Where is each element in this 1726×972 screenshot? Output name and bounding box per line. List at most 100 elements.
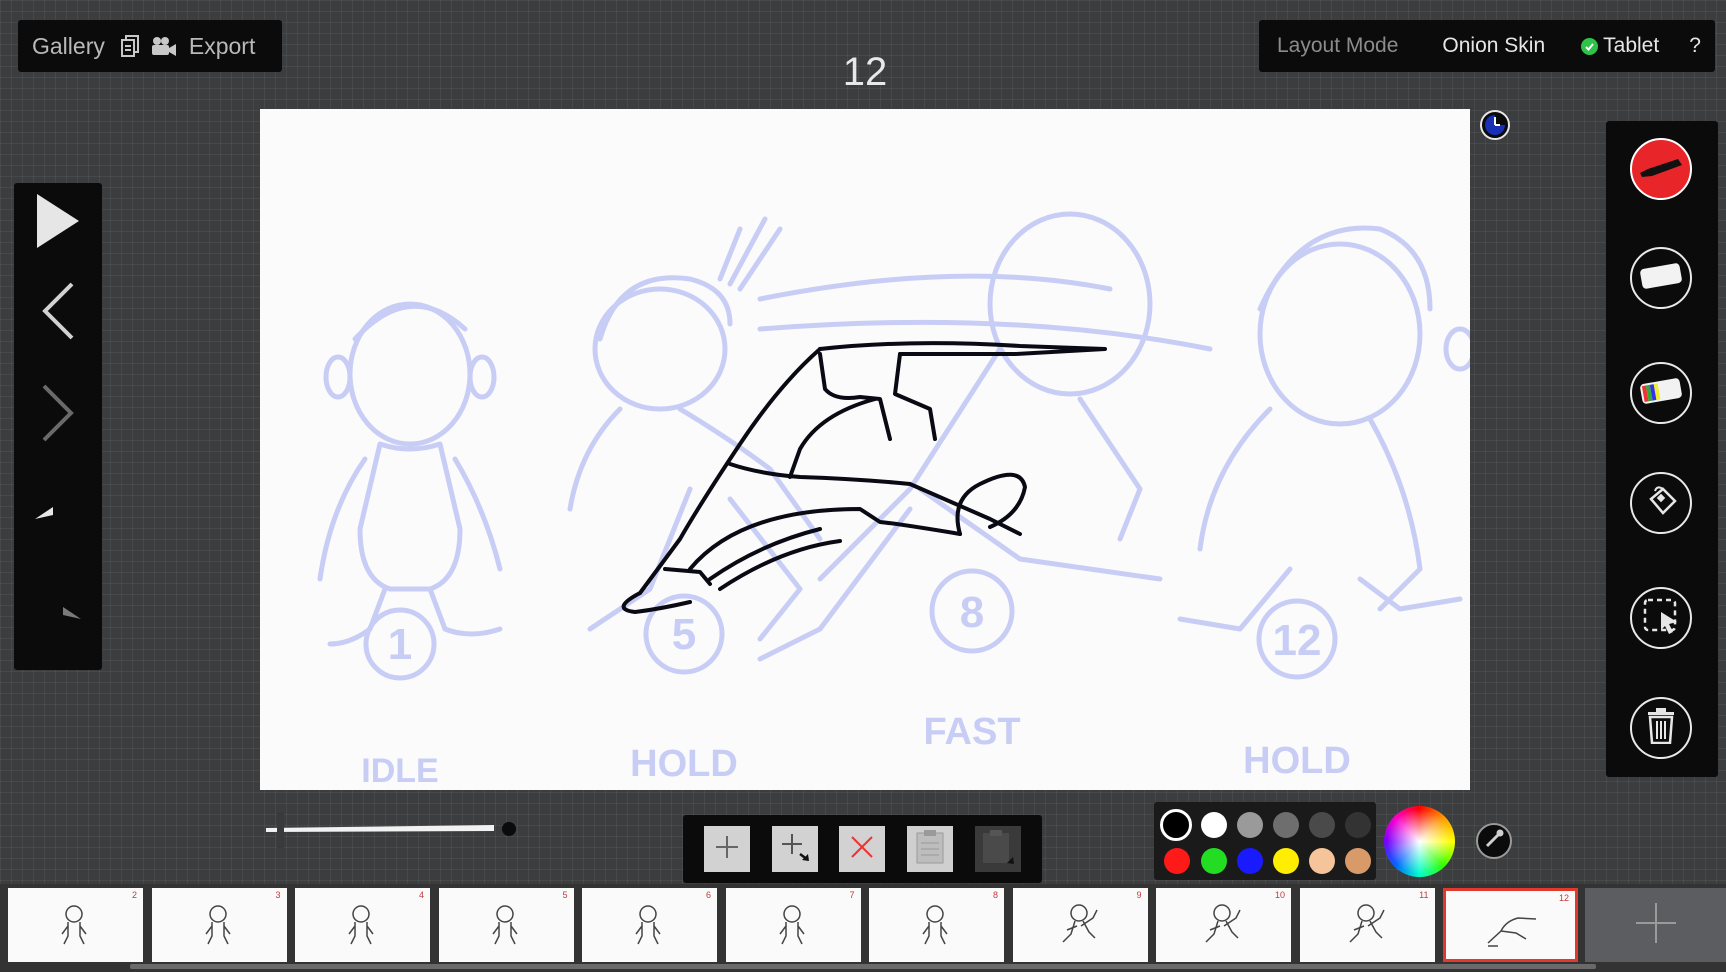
annotation-caption: IDLE	[361, 752, 438, 790]
onion-skin-button[interactable]: Onion Skin	[1442, 34, 1545, 58]
next-frame-button[interactable]	[14, 375, 102, 455]
frame-thumbnail[interactable]: 3	[151, 888, 287, 962]
frame-thumbnail-sketch	[1348, 904, 1385, 943]
paste-frame-button[interactable]	[907, 826, 954, 872]
redo-icon	[33, 605, 83, 642]
color-wheel-button[interactable]	[1384, 806, 1455, 877]
frame-thumbnail-sketch	[635, 905, 661, 945]
color-swatch-white[interactable]	[1201, 812, 1227, 838]
top-left-toolbar: Gallery Export	[18, 20, 282, 72]
plus-icon	[1634, 901, 1678, 950]
annotation-number: 12	[1273, 616, 1322, 665]
undo-button[interactable]	[14, 483, 102, 563]
annotation-number: 5	[672, 610, 696, 659]
annotation-number: 8	[960, 588, 984, 637]
help-button[interactable]: ?	[1689, 34, 1701, 58]
previous-frame-button[interactable]	[14, 273, 102, 353]
frame-thumbnail-sketch	[204, 905, 231, 945]
frame-thumbnail[interactable]: 4	[295, 888, 430, 962]
frame-filmstrip: 2 3 4 5 6 7 8 9 10 11 12	[0, 884, 1726, 972]
delete-frame-icon	[848, 833, 876, 866]
frame-thumbnail[interactable]: 10	[1156, 888, 1291, 962]
paste-frame-icon	[915, 829, 945, 870]
color-eraser-tool-button[interactable]	[1630, 362, 1692, 424]
color-swatch-dark-gray[interactable]	[1273, 812, 1299, 838]
filmstrip-scrollbar[interactable]	[130, 964, 1596, 969]
color-swatch-red[interactable]	[1164, 848, 1190, 874]
frame-thumbnail-number: 4	[418, 890, 424, 900]
delete-frame-button[interactable]	[839, 826, 886, 872]
annotation-caption: HOLD	[1243, 740, 1351, 782]
paste-after-icon	[981, 829, 1015, 870]
frame-thumbnail[interactable]: 5	[438, 888, 574, 962]
export-button[interactable]: Export	[181, 33, 263, 60]
color-swatch-black-selected[interactable]	[1160, 809, 1192, 841]
frame-thumbnail-number: 2	[131, 890, 137, 900]
gallery-button[interactable]: Gallery	[24, 33, 113, 60]
frame-thumbnail-number: 5	[562, 890, 568, 900]
annotation-number: 1	[388, 620, 412, 669]
eyedropper-button[interactable]	[1476, 823, 1512, 859]
drawing-canvas[interactable]: 1 IDLE 5 HOLD 8 FAST 12 HOLD	[260, 109, 1470, 790]
frame-thumbnail-current[interactable]: 12	[1443, 888, 1578, 962]
redo-button[interactable]	[14, 583, 102, 663]
frame-thumbnail-number: 7	[849, 890, 855, 900]
add-frame-end-button[interactable]	[1585, 888, 1726, 962]
color-swatch-yellow[interactable]	[1273, 848, 1299, 874]
tablet-toggle[interactable]: Tablet	[1581, 34, 1659, 58]
color-swatch-green[interactable]	[1201, 848, 1227, 874]
frame-thumbnail[interactable]: 11	[1299, 888, 1435, 962]
onion-skin-layer	[317, 211, 1470, 681]
frame-thumbnail-sketch	[778, 905, 805, 945]
onion-timer-icon[interactable]	[1480, 110, 1510, 140]
tablet-label: Tablet	[1603, 34, 1660, 57]
frame-thumbnail-sketch	[61, 905, 87, 945]
insert-frame-button[interactable]	[771, 826, 818, 872]
add-frame-icon	[712, 832, 742, 867]
clear-frame-button[interactable]	[1630, 697, 1692, 759]
color-swatch-blue[interactable]	[1237, 848, 1263, 874]
color-swatch-gray[interactable]	[1237, 812, 1263, 838]
slider-thumb[interactable]	[277, 812, 284, 848]
eraser-icon	[1638, 261, 1684, 296]
paste-after-button[interactable]	[975, 826, 1022, 872]
previous-frame-icon	[42, 282, 74, 345]
play-icon	[35, 192, 81, 255]
color-eraser-icon	[1638, 376, 1684, 411]
color-swatch-charcoal[interactable]	[1345, 812, 1371, 838]
eyedropper-icon	[1483, 828, 1505, 855]
frame-thumbnail[interactable]: 8	[869, 888, 1004, 962]
frame-thumbnail-sketch	[922, 905, 948, 945]
add-frame-button[interactable]	[703, 826, 750, 872]
frame-thumbnail-number: 11	[1419, 890, 1429, 900]
eraser-tool-button[interactable]	[1630, 247, 1692, 309]
camera-icon[interactable]	[147, 29, 181, 63]
frame-thumbnail[interactable]: 6	[582, 888, 717, 962]
frame-thumbnail[interactable]: 9	[1012, 888, 1148, 962]
top-right-toolbar: Layout Mode Onion Skin Tablet ?	[1259, 20, 1715, 72]
select-tool-button[interactable]	[1630, 587, 1692, 649]
frame-thumbnail-number: 12	[1558, 893, 1569, 903]
color-swatch-tan[interactable]	[1345, 848, 1371, 874]
clipboard-copy-icon[interactable]	[113, 29, 147, 63]
marker-icon	[1638, 155, 1684, 184]
insert-frame-icon	[778, 830, 812, 869]
frame-thumbnail[interactable]: 2	[8, 888, 143, 962]
color-swatch-darker-gray[interactable]	[1309, 812, 1335, 838]
current-frame-number: 12	[842, 50, 888, 94]
play-button[interactable]	[14, 183, 102, 263]
undo-icon	[33, 505, 83, 542]
frame-thumbnail[interactable]: 7	[725, 888, 861, 962]
frame-thumbnail-sketch	[491, 905, 518, 945]
fill-tool-button[interactable]	[1630, 472, 1692, 534]
playback-panel	[14, 183, 102, 670]
canvas-drawing: 1 IDLE 5 HOLD 8 FAST 12 HOLD	[317, 211, 1470, 790]
frame-thumbnail-sketch	[1205, 904, 1241, 943]
frame-thumbnail-number: 10	[1274, 890, 1285, 900]
pen-tool-button[interactable]	[1630, 138, 1692, 200]
annotation-caption: FAST	[923, 711, 1020, 753]
brush-size-slider[interactable]	[266, 812, 524, 848]
color-swatch-peach[interactable]	[1309, 848, 1335, 874]
layout-mode-button[interactable]: Layout Mode	[1277, 34, 1398, 58]
color-palette	[1154, 802, 1376, 880]
